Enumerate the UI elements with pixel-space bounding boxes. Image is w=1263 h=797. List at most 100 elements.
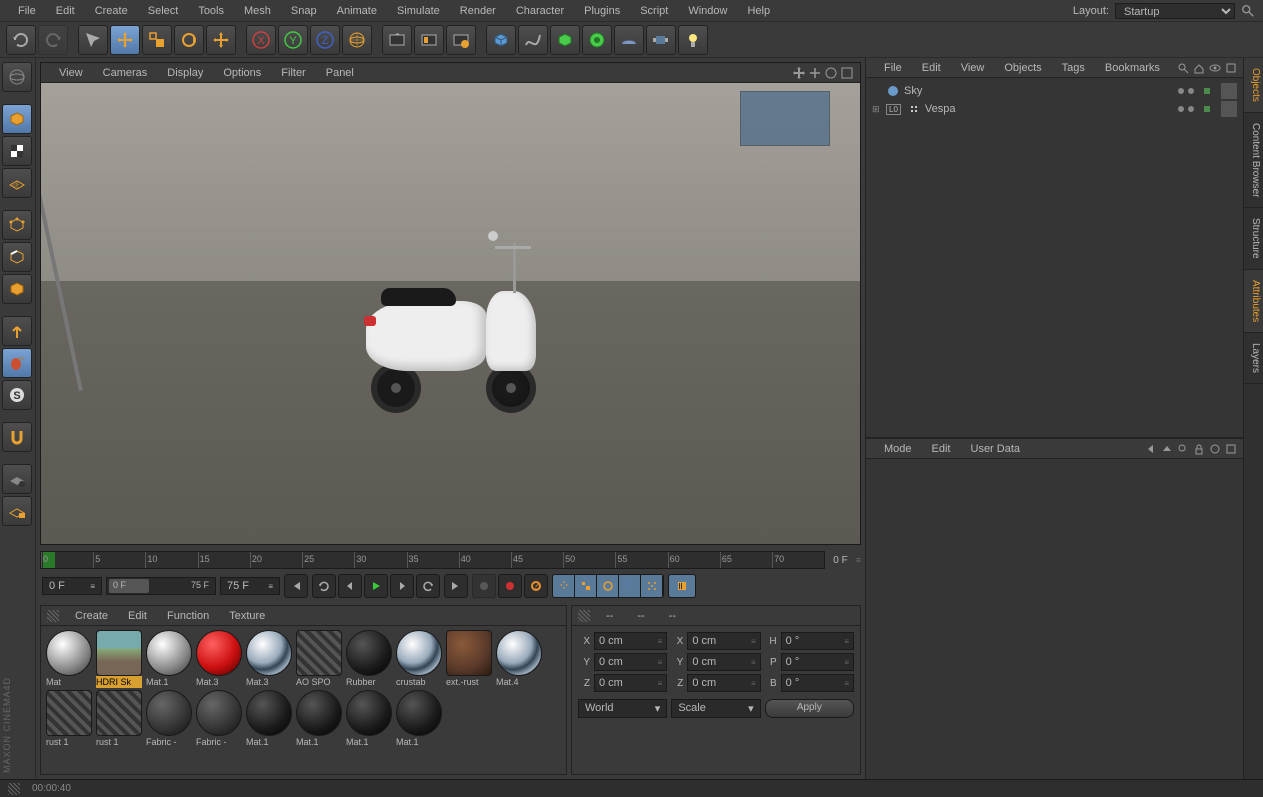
menu-character[interactable]: Character <box>506 2 574 20</box>
wp-snap-button[interactable] <box>2 464 32 494</box>
vp-nav-rotate-icon[interactable] <box>824 66 838 80</box>
material-item[interactable]: crustab <box>395 630 443 688</box>
tag-icon[interactable] <box>1221 83 1237 99</box>
current-frame-field[interactable]: 0 F≡ <box>42 577 102 595</box>
attr-menu-mode[interactable]: Mode <box>876 441 920 457</box>
vp-menu-options[interactable]: Options <box>215 65 269 81</box>
snap-button[interactable] <box>2 422 32 452</box>
menu-plugins[interactable]: Plugins <box>574 2 630 20</box>
prev-frame-button[interactable] <box>338 574 362 598</box>
material-item[interactable]: Mat.1 <box>395 690 443 748</box>
attr-menu-userdata[interactable]: User Data <box>963 441 1029 457</box>
attr-nav-up-icon[interactable] <box>1161 443 1173 455</box>
render-pv-button[interactable] <box>414 25 444 55</box>
attr-nav-back-icon[interactable] <box>1145 443 1157 455</box>
add-generator-button[interactable] <box>550 25 580 55</box>
vp-menu-filter[interactable]: Filter <box>273 65 313 81</box>
mat-menu-create[interactable]: Create <box>67 608 116 624</box>
range-slider[interactable]: 0 F 75 F <box>106 577 216 595</box>
coord-apply-button[interactable]: Apply <box>765 699 854 718</box>
lock-x-button[interactable]: X <box>246 25 276 55</box>
coord-field[interactable]: 0 °≡ <box>781 674 854 692</box>
tree-row[interactable]: ⊞L0Vespa <box>870 100 1239 118</box>
timeline-ruler[interactable]: 051015202530354045505560657075 0 F ≡ <box>40 549 861 571</box>
obj-layout-icon[interactable] <box>1225 62 1237 74</box>
add-camera-button[interactable] <box>646 25 676 55</box>
material-item[interactable]: rust 1 <box>95 690 143 748</box>
tweak-button[interactable] <box>2 348 32 378</box>
menu-edit[interactable]: Edit <box>46 2 85 20</box>
menu-tools[interactable]: Tools <box>188 2 234 20</box>
coord-field[interactable]: 0 cm≡ <box>594 653 667 671</box>
play-button[interactable] <box>364 574 388 598</box>
add-environment-button[interactable] <box>614 25 644 55</box>
key-pla-button[interactable] <box>641 575 663 597</box>
material-item[interactable]: HDRI Sk <box>95 630 143 688</box>
menu-select[interactable]: Select <box>138 2 189 20</box>
tab-layers[interactable]: Layers <box>1244 333 1263 384</box>
coord-field[interactable]: 0 °≡ <box>781 653 854 671</box>
search-icon[interactable] <box>1241 4 1255 18</box>
material-item[interactable]: Mat.3 <box>195 630 243 688</box>
attr-menu-edit[interactable]: Edit <box>924 441 959 457</box>
menu-mesh[interactable]: Mesh <box>234 2 281 20</box>
menu-file[interactable]: File <box>8 2 46 20</box>
layout-dropdown[interactable]: Startup <box>1115 3 1235 19</box>
coord-system-button[interactable] <box>342 25 372 55</box>
end-frame-field[interactable]: 75 F≡ <box>220 577 280 595</box>
vp-maximize-icon[interactable] <box>840 66 854 80</box>
tab-content-browser[interactable]: Content Browser <box>1244 113 1263 208</box>
menu-snap[interactable]: Snap <box>281 2 327 20</box>
coord-field[interactable]: 0 cm≡ <box>594 632 667 650</box>
obj-menu-file[interactable]: File <box>876 60 910 76</box>
tab-objects[interactable]: Objects <box>1244 58 1263 113</box>
texture-mode-button[interactable] <box>2 136 32 166</box>
menu-create[interactable]: Create <box>85 2 138 20</box>
add-deformer-button[interactable] <box>582 25 612 55</box>
tab-structure[interactable]: Structure <box>1244 208 1263 270</box>
obj-menu-edit[interactable]: Edit <box>914 60 949 76</box>
redo-button[interactable] <box>38 25 68 55</box>
material-item[interactable]: Mat.1 <box>145 630 193 688</box>
rotate-button[interactable] <box>174 25 204 55</box>
scale-button[interactable] <box>142 25 172 55</box>
goto-prev-key-button[interactable] <box>312 574 336 598</box>
material-item[interactable]: ext.-rust <box>445 630 493 688</box>
mat-menu-edit[interactable]: Edit <box>120 608 155 624</box>
vp-menu-cameras[interactable]: Cameras <box>95 65 156 81</box>
coord-field[interactable]: 0 cm≡ <box>687 632 760 650</box>
attr-lock-icon[interactable] <box>1193 443 1205 455</box>
vp-menu-panel[interactable]: Panel <box>318 65 362 81</box>
key-rot-button[interactable] <box>597 575 619 597</box>
add-light-button[interactable] <box>678 25 708 55</box>
menu-render[interactable]: Render <box>450 2 506 20</box>
polygon-mode-button[interactable] <box>2 274 32 304</box>
tag-icon[interactable] <box>1221 101 1237 117</box>
object-tree[interactable]: Sky⊞L0Vespa <box>866 78 1243 437</box>
goto-end-button[interactable] <box>444 574 468 598</box>
timeline-options-button[interactable] <box>668 574 696 598</box>
vp-nav-pan-icon[interactable] <box>792 66 806 80</box>
attr-new-icon[interactable] <box>1209 443 1221 455</box>
render-view-button[interactable] <box>382 25 412 55</box>
material-item[interactable]: Mat <box>45 630 93 688</box>
material-item[interactable]: AO SPO <box>295 630 343 688</box>
record-button[interactable] <box>472 574 496 598</box>
move-button[interactable] <box>110 25 140 55</box>
attr-search-icon[interactable] <box>1177 443 1189 455</box>
mat-menu-function[interactable]: Function <box>159 608 217 624</box>
add-cube-button[interactable] <box>486 25 516 55</box>
render-settings-button[interactable] <box>446 25 476 55</box>
autokey-button[interactable] <box>498 574 522 598</box>
workplane-mode-button[interactable] <box>2 168 32 198</box>
point-mode-button[interactable] <box>2 210 32 240</box>
material-item[interactable]: Fabric - <box>195 690 243 748</box>
material-item[interactable]: Mat.1 <box>345 690 393 748</box>
obj-menu-objects[interactable]: Objects <box>996 60 1049 76</box>
obj-menu-view[interactable]: View <box>953 60 993 76</box>
key-param-button[interactable]: P <box>619 575 641 597</box>
coord-field[interactable]: 0 cm≡ <box>594 674 667 692</box>
next-frame-button[interactable] <box>390 574 414 598</box>
menu-animate[interactable]: Animate <box>327 2 387 20</box>
axis-button[interactable] <box>2 316 32 346</box>
